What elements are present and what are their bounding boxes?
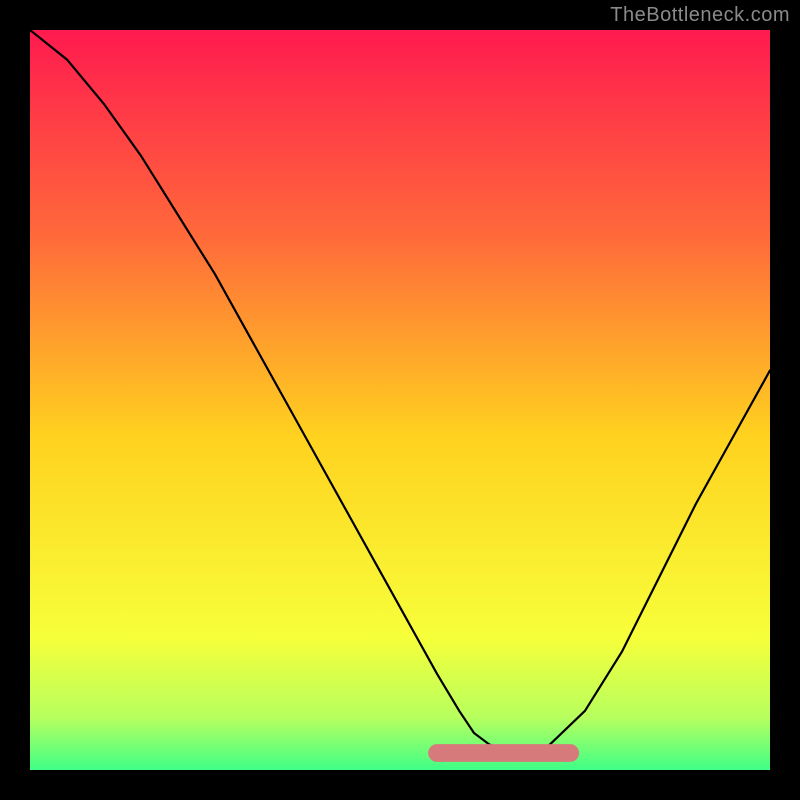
gradient-background [30, 30, 770, 770]
bottleneck-chart [30, 30, 770, 770]
chart-frame: TheBottleneck.com [0, 0, 800, 800]
watermark-text: TheBottleneck.com [610, 4, 790, 27]
